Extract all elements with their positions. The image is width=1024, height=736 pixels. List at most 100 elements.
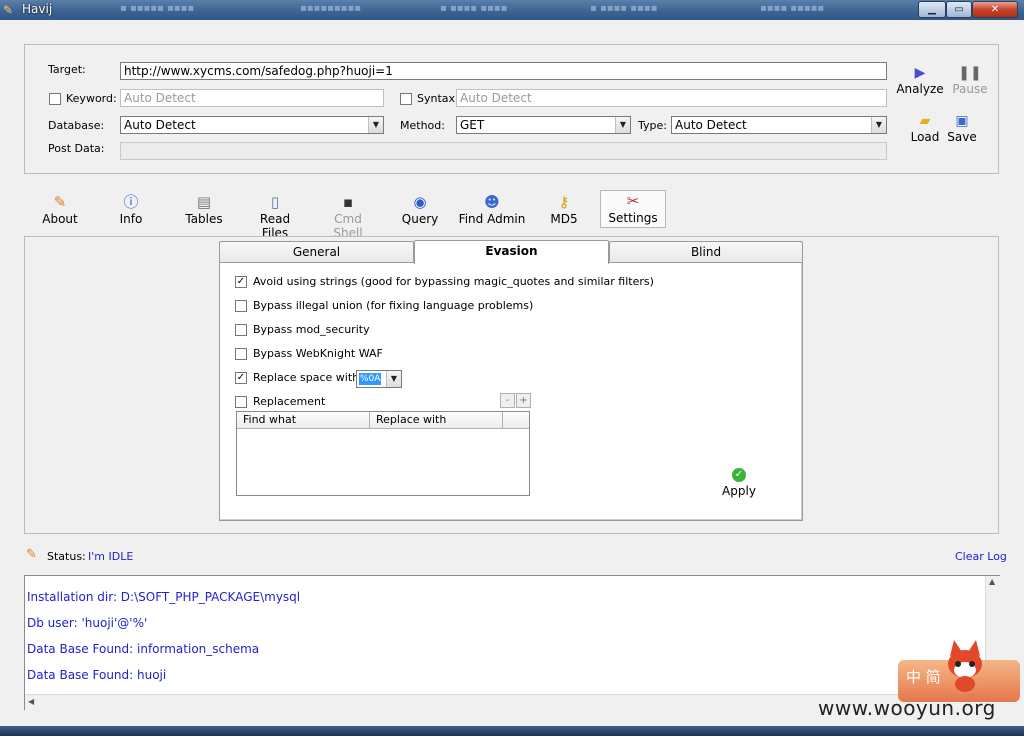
tab-cmd-shell[interactable]: ▪ Cmd Shell	[318, 192, 378, 240]
tab-tables[interactable]: ▤ Tables	[174, 192, 234, 236]
chevron-down-icon[interactable]: ▼	[368, 117, 383, 133]
checkbox[interactable]	[235, 300, 247, 312]
type-label: Type:	[638, 119, 667, 132]
option-label: Replacement	[253, 395, 326, 408]
column-filler	[503, 412, 529, 429]
scroll-left-icon[interactable]: ◀	[28, 697, 34, 706]
background-taskbar-ghost: ▪ ▪▪▪▪ ▪▪▪▪	[440, 3, 508, 14]
checkbox[interactable]	[235, 324, 247, 336]
log-line: Installation dir: D:\SOFT_PHP_PACKAGE\my…	[27, 590, 301, 604]
tab-md5[interactable]: ⚷ MD5	[534, 192, 594, 236]
chevron-down-icon[interactable]: ▼	[386, 371, 401, 387]
background-taskbar-ghost: ▪▪▪▪▪▪▪▪▪	[300, 3, 361, 14]
keyword-input[interactable]: Auto Detect	[120, 89, 384, 107]
analyze-button[interactable]: ▶ Analyze	[895, 64, 945, 96]
os-taskbar	[0, 726, 1024, 736]
pause-icon: ❚❚	[958, 65, 982, 81]
watermark-text: www.wooyun.org	[818, 696, 996, 720]
tab-query[interactable]: ◉ Query	[390, 192, 450, 236]
save-button[interactable]: ▣ Save	[945, 112, 979, 144]
type-select[interactable]: Auto Detect ▼	[671, 116, 887, 134]
minimize-button[interactable]: ▁	[918, 1, 946, 18]
subtab-blind[interactable]: Blind	[609, 241, 803, 263]
key-icon: ⚷	[558, 193, 570, 211]
folder-icon: ▰	[919, 113, 931, 129]
replacement-table[interactable]: Find what Replace with	[236, 411, 530, 496]
database-select-value: Auto Detect	[124, 118, 196, 132]
tab-about[interactable]: ✎ About	[30, 192, 90, 236]
tab-query-label: Query	[401, 212, 439, 226]
status-bar: ✎ Status: I'm IDLE Clear Log	[24, 547, 1007, 567]
play-icon: ▶	[914, 65, 926, 81]
checkbox[interactable]	[235, 348, 247, 360]
clear-log-link[interactable]: Clear Log	[955, 550, 1007, 563]
table-icon: ▤	[196, 193, 212, 211]
load-label: Load	[910, 130, 940, 144]
tab-tables-label: Tables	[185, 212, 223, 226]
close-button[interactable]: ✕	[972, 1, 1018, 18]
maximize-button[interactable]: ▭	[946, 1, 972, 18]
file-icon: ▯	[270, 193, 280, 211]
save-label: Save	[947, 130, 977, 144]
status-value: I'm IDLE	[88, 550, 134, 563]
option-label: Avoid using strings (good for bypassing …	[253, 275, 654, 288]
tab-find-admin[interactable]: ☻ Find Admin	[458, 192, 526, 236]
fox-mascot-icon	[948, 640, 982, 692]
post-data-label: Post Data:	[48, 142, 105, 155]
tab-settings-label: Settings	[608, 211, 658, 225]
database-label: Database:	[48, 119, 105, 132]
apply-label: Apply	[722, 484, 756, 498]
method-label: Method:	[400, 119, 445, 132]
terminal-icon: ▪	[342, 193, 354, 211]
window-title: Havij	[22, 2, 53, 16]
background-taskbar-ghost: ▪▪▪▪ ▪▪▪▪▪	[760, 3, 825, 14]
tab-read-files[interactable]: ▯ Read Files	[245, 192, 305, 240]
log-panel[interactable]: Installation dir: D:\SOFT_PHP_PACKAGE\my…	[24, 575, 1000, 710]
pause-label: Pause	[952, 82, 988, 96]
pen-icon: ✎	[26, 547, 37, 562]
post-data-input[interactable]	[120, 142, 887, 160]
add-replacement-button[interactable]: +	[516, 393, 531, 408]
checkbox[interactable]	[235, 396, 247, 408]
target-input[interactable]: http://www.xycms.com/safedog.php?huoji=1	[120, 62, 887, 80]
tab-info[interactable]: ⓘ Info	[101, 192, 161, 236]
chevron-down-icon[interactable]: ▼	[615, 117, 630, 133]
tab-about-label: About	[42, 212, 78, 226]
replace-space-select[interactable]: %0A ▼	[356, 370, 402, 388]
background-taskbar-ghost: ▪ ▪▪▪▪ ▪▪▪▪	[590, 3, 658, 14]
chevron-down-icon[interactable]: ▼	[871, 117, 886, 133]
apply-button[interactable]: ✓ Apply	[715, 466, 763, 498]
syntax-checkbox[interactable]	[400, 93, 412, 105]
pause-button[interactable]: ❚❚ Pause	[947, 64, 993, 96]
background-taskbar-ghost: ▪ ▪▪▪▪▪ ▪▪▪▪	[120, 3, 195, 14]
log-line: Data Base Found: information_schema	[27, 642, 260, 656]
column-replace-with[interactable]: Replace with	[370, 412, 503, 429]
keyword-label: Keyword:	[66, 92, 117, 105]
option-label: Bypass WebKnight WAF	[253, 347, 383, 360]
option-label: Bypass illegal union (for fixing languag…	[253, 299, 534, 312]
checkbox[interactable]: ✓	[235, 372, 247, 384]
log-line: Db user: 'huoji'@'%'	[27, 616, 148, 630]
subtab-evasion[interactable]: Evasion	[414, 240, 609, 264]
scroll-up-icon[interactable]: ▲	[989, 577, 995, 586]
query-icon: ◉	[413, 193, 427, 211]
subtab-general[interactable]: General	[219, 241, 414, 263]
method-select[interactable]: GET ▼	[456, 116, 631, 134]
log-line: Data Base Found: huoji	[27, 668, 167, 682]
column-find-what[interactable]: Find what	[237, 412, 370, 429]
tab-info-label: Info	[119, 212, 143, 226]
load-button[interactable]: ▰ Load	[904, 112, 946, 144]
syntax-input[interactable]: Auto Detect	[456, 89, 887, 107]
remove-replacement-button[interactable]: -	[500, 393, 515, 408]
floppy-icon: ▣	[955, 113, 969, 129]
checkbox[interactable]: ✓	[235, 276, 247, 288]
type-select-value: Auto Detect	[675, 118, 747, 132]
option-label: Replace space with:	[253, 371, 363, 384]
method-select-value: GET	[460, 118, 485, 132]
app-icon: ✎	[3, 3, 14, 17]
tab-find-admin-label: Find Admin	[458, 212, 526, 226]
keyword-checkbox[interactable]	[49, 93, 61, 105]
title-bar: ✎ Havij ▪ ▪▪▪▪▪ ▪▪▪▪ ▪▪▪▪▪▪▪▪▪ ▪ ▪▪▪▪ ▪▪…	[0, 0, 1024, 20]
database-select[interactable]: Auto Detect ▼	[120, 116, 384, 134]
tab-settings[interactable]: ✂ Settings	[600, 190, 666, 228]
